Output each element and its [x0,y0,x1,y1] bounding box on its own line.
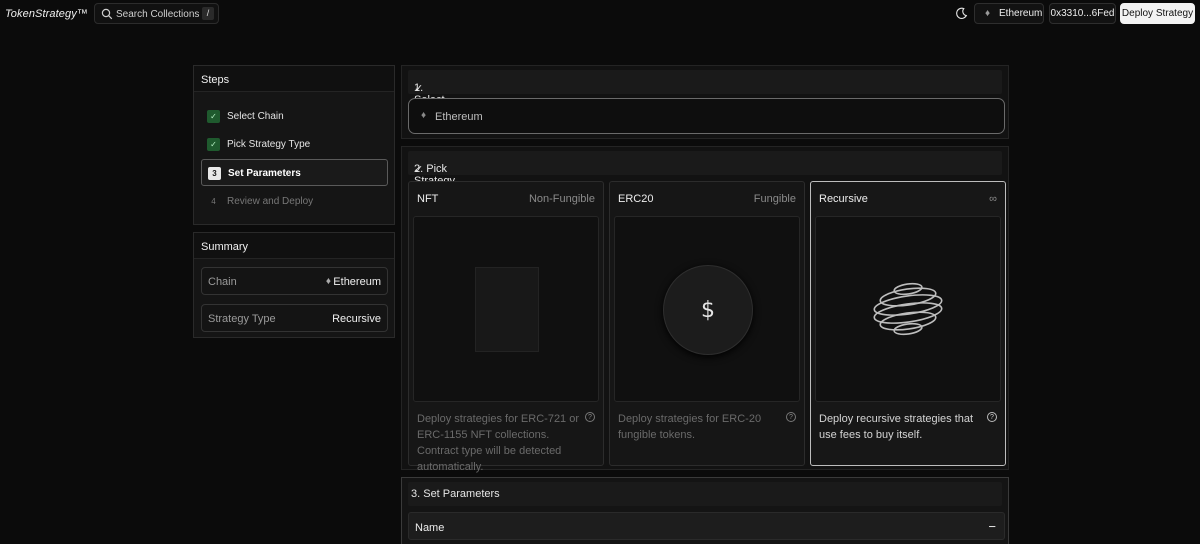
step-check-icon: ✓ [207,138,220,151]
name-label: Name [415,522,445,534]
step-label: Set Parameters [228,168,301,179]
summary-header: Summary [194,233,394,259]
summary-key: Strategy Type [208,313,276,325]
section-header[interactable]: 1. Select Chain✓ [408,70,1002,118]
set-parameters-section: 3. Set Parameters Name − [401,477,1009,544]
summary-title: Summary [201,241,249,253]
step-review-and-deploy[interactable]: 4 Review and Deploy [201,188,388,215]
step-label: Select Chain [227,111,284,122]
wallet-address-button[interactable]: 0x3310...6Fed [1049,3,1116,24]
chain-select[interactable]: ♦ Ethereum [408,98,1005,134]
check-icon: ✓ [414,164,424,176]
infinity-icon: ∞ [989,193,997,205]
card-title: Recursive [819,193,868,205]
collapse-icon[interactable]: − [988,519,996,534]
card-title: NFT [417,193,439,205]
step-select-chain[interactable]: ✓ Select Chain [201,103,388,130]
ethereum-icon: ♦ [985,8,991,19]
search-placeholder: Search Collections [116,9,200,20]
help-icon[interactable]: ? [987,412,997,422]
step-number: 4 [211,197,216,206]
card-description: Deploy strategies for ERC-20 fungible to… [618,413,762,441]
summary-key: Chain [208,276,237,288]
network-button[interactable]: ♦ Ethereum [974,3,1044,24]
steps-header: Steps [194,66,394,92]
card-illustration [815,216,1001,402]
top-bar: TokenStrategy™ Search Collections / ♦ Et… [0,0,1200,28]
moon-icon[interactable] [955,7,968,20]
card-subtitle: Fungible [753,193,796,205]
steps-panel: Steps ✓ Select Chain ✓ Pick Strategy Typ… [193,65,395,225]
step-number: 3 [208,167,221,180]
section-header[interactable]: 3. Set Parameters [408,482,1002,506]
strategy-card-erc20[interactable]: ERC20 Fungible $ Deploy strategies for E… [609,181,805,466]
section-title: 3. Set Parameters [411,488,500,500]
search-shortcut-key: / [202,7,214,20]
step-pick-strategy-type[interactable]: ✓ Pick Strategy Type [201,131,388,158]
search-input[interactable]: Search Collections / [94,3,219,24]
help-icon[interactable]: ? [585,412,595,422]
strategy-card-nft[interactable]: NFT Non-Fungible Deploy strategies for E… [408,181,604,473]
ethereum-icon: ♦ [421,110,427,121]
summary-panel: Summary Chain ♦ Ethereum Strategy Type R… [193,232,395,338]
ethereum-icon: ♦ [325,276,331,287]
card-description: Deploy strategies for ERC-721 or ERC-115… [417,413,580,473]
step-check-icon: ✓ [207,110,220,123]
check-icon: ✓ [414,83,424,95]
help-icon[interactable]: ? [786,412,796,422]
step-label: Pick Strategy Type [227,139,311,150]
summary-row-chain: Chain ♦ Ethereum [201,267,388,295]
strategy-card-recursive[interactable]: Recursive ∞ Deploy recursive strategies … [810,181,1006,466]
coin-dollar-icon: $ [663,265,753,355]
select-chain-section: 1. Select Chain✓ ♦ Ethereum [401,65,1009,139]
card-illustration [413,216,599,402]
card-description: Deploy recursive strategies that use fee… [819,413,974,441]
steps-title: Steps [201,74,230,86]
summary-value: Recursive [332,313,381,325]
pick-strategy-section: 2. Pick Strategy Type✓ NFT Non-Fungible … [401,146,1009,473]
summary-row-strategy-type: Strategy Type Recursive [201,304,388,332]
network-label: Ethereum [999,8,1043,19]
card-title: ERC20 [618,193,654,205]
deploy-strategy-button[interactable]: Deploy Strategy [1120,3,1195,24]
recursive-sphere-icon [873,282,943,336]
card-illustration: $ [614,216,800,402]
section-header[interactable]: 2. Pick Strategy Type✓ [408,151,1002,199]
summary-value: Ethereum [333,276,381,288]
card-subtitle: Non-Fungible [528,193,595,205]
chain-select-value: Ethereum [435,111,483,123]
step-label: Review and Deploy [227,196,314,207]
name-accordion[interactable]: Name − [408,512,1005,540]
search-icon [101,8,113,20]
nft-card-icon [475,267,539,352]
app-logo[interactable]: TokenStrategy™ [5,8,88,20]
step-set-parameters[interactable]: 3 Set Parameters [201,159,388,186]
